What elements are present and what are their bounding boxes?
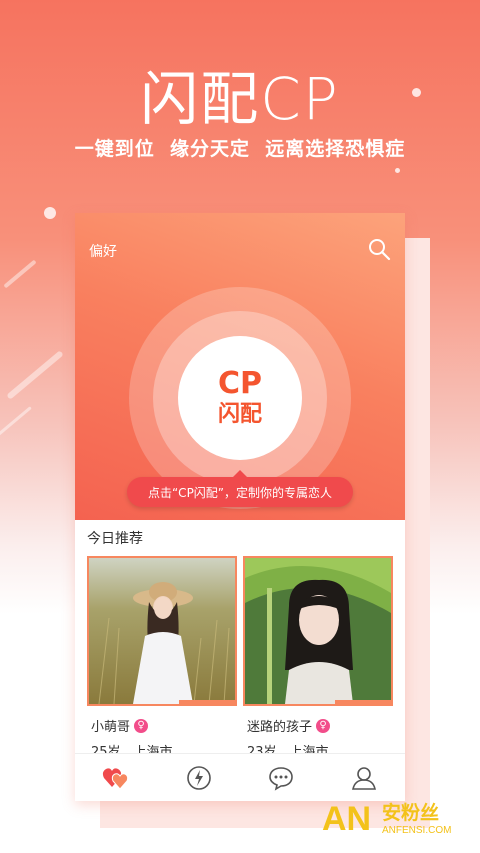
hero-subtitle: 一键到位 缘分天定 远离选择恐惧症 <box>74 138 406 160</box>
match-header: 偏好 CP 闪配 点击“CP闪配”，定制你的专属恋人 <box>75 213 405 520</box>
watermark-logo: AN 安粉丝 ANFENSI.COM <box>322 800 451 838</box>
cp-button-line2: 闪配 <box>217 402 262 427</box>
female-icon: ♀ <box>134 718 149 733</box>
tab-profile[interactable] <box>323 754 406 801</box>
tip-bubble: 点击“CP闪配”，定制你的专属恋人 <box>127 470 353 507</box>
watermark: AN 安粉丝 ANFENSI.COM <box>322 797 472 841</box>
decor-streak <box>6 350 64 400</box>
decor-dot <box>395 168 400 173</box>
chat-icon <box>269 766 294 791</box>
decor-streak <box>3 259 37 289</box>
tab-match[interactable] <box>75 754 158 801</box>
decor-dot <box>44 207 56 219</box>
preference-link[interactable]: 偏好 <box>89 241 117 261</box>
user-name: 小萌哥 <box>91 720 131 735</box>
search-icon[interactable] <box>367 237 391 261</box>
bottom-tab-bar <box>75 753 405 801</box>
cp-match-button[interactable]: CP 闪配 <box>178 336 302 460</box>
user-name-row: 迷路的孩子 ♀ <box>243 716 393 735</box>
profile-icon <box>351 766 376 790</box>
svg-text:ANFENSI.COM: ANFENSI.COM <box>382 825 451 836</box>
tab-messages[interactable] <box>240 754 323 801</box>
user-name-row: 小萌哥 ♀ <box>87 716 237 735</box>
photo-girl-leaf <box>245 558 391 704</box>
user-photo[interactable] <box>87 556 237 706</box>
svg-text:安粉丝: 安粉丝 <box>382 801 439 824</box>
cp-button-line1: CP <box>217 366 262 401</box>
photo-girl-field <box>89 558 235 704</box>
tab-flash[interactable] <box>158 754 241 801</box>
svg-text:AN: AN <box>322 800 371 837</box>
user-photo[interactable] <box>243 556 393 706</box>
phone-card: 偏好 CP 闪配 点击“CP闪配”，定制你的专属恋人 今日推荐 小萌哥 ♀ 迷路… <box>75 213 405 801</box>
recommend-card[interactable]: 迷路的孩子 ♀ 23岁，上海市 <box>243 556 393 760</box>
hearts-icon <box>103 767 129 790</box>
female-icon: ♀ <box>316 718 331 733</box>
decor-streak <box>0 406 32 437</box>
lightning-icon <box>186 765 211 790</box>
hero-title: 闪配CP <box>140 65 340 133</box>
user-name: 迷路的孩子 <box>247 720 313 735</box>
recommend-card[interactable]: 小萌哥 ♀ 25岁，上海市 <box>87 556 237 760</box>
section-title: 今日推荐 <box>87 531 143 547</box>
